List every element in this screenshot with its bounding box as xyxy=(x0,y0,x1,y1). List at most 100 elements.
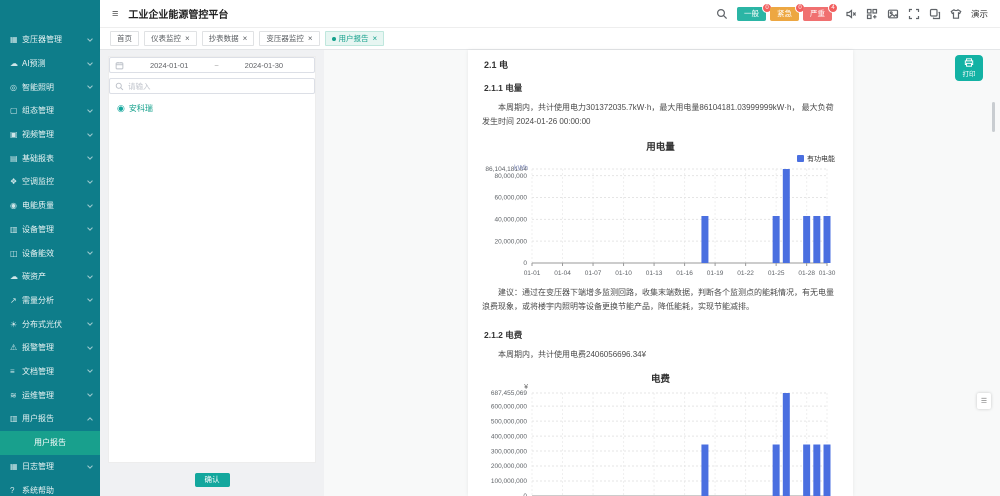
chart-plot: 86,104,181.0480,000,00060,000,00040,000,… xyxy=(482,165,839,279)
report-page: 2.1 电 2.1.1 电量 本周期内，共计使用电力301372035.7kW·… xyxy=(468,50,853,496)
tab-close-icon[interactable]: × xyxy=(243,34,248,43)
date-start-value[interactable]: 2024-01-01 xyxy=(124,61,214,70)
sidebar-item-device-mgmt[interactable]: ▥设备管理 xyxy=(0,218,100,242)
fullscreen-icon[interactable] xyxy=(908,8,920,20)
print-button[interactable]: 打印 xyxy=(955,55,983,81)
tab-home[interactable]: 首页 xyxy=(110,31,139,46)
sidebar-item-distributed-pv[interactable]: ☀分布式光伏 xyxy=(0,312,100,336)
sidebar-item-power-quality[interactable]: ◉电能质量 xyxy=(0,194,100,218)
legend-swatch xyxy=(797,155,804,162)
tab-label: 变压器监控 xyxy=(266,33,304,44)
alarm-count-badge: 4 xyxy=(828,3,838,13)
menu-toggle-icon[interactable]: ≡ xyxy=(112,8,118,20)
power-quality-icon: ◉ xyxy=(10,201,22,210)
chart-plot: 687,455,069600,000,000500,000,000400,000… xyxy=(482,389,839,496)
report-scrollbar[interactable] xyxy=(992,102,995,132)
bar-01-25[interactable] xyxy=(773,444,780,495)
svg-text:01-16: 01-16 xyxy=(676,270,693,277)
sidebar-item-system-help[interactable]: ?系统帮助 xyxy=(0,478,100,496)
search-icon[interactable] xyxy=(716,8,728,20)
app-title: 工业企业能源管控平台 xyxy=(128,6,228,21)
org-node-icon: ◉ xyxy=(117,104,125,113)
energy-summary-text: 本周期内，共计使用电力301372035.7kW·h，最大用电量86104181… xyxy=(482,101,839,130)
print-button-label: 打印 xyxy=(963,68,976,78)
sidebar-item-alarm-mgmt[interactable]: ⚠报警管理 xyxy=(0,336,100,360)
bar-01-28[interactable] xyxy=(803,216,810,263)
sidebar-item-operation-mgmt[interactable]: ≋运维管理 xyxy=(0,383,100,407)
bar-01-26[interactable] xyxy=(783,169,790,263)
bar-01-29[interactable] xyxy=(813,216,820,263)
svg-text:500,000,000: 500,000,000 xyxy=(491,418,528,425)
floating-widget[interactable]: ☰ xyxy=(977,393,991,409)
bar-01-25[interactable] xyxy=(773,216,780,263)
video-icon: ▣ xyxy=(10,130,22,139)
tab-meter-reading-data[interactable]: 抄表数据× xyxy=(202,31,255,46)
confirm-button[interactable]: 确认 xyxy=(195,473,230,487)
sidebar-item-demand-analysis[interactable]: ↗需量分析 xyxy=(0,289,100,313)
svg-text:60,000,000: 60,000,000 xyxy=(494,194,527,201)
urgent-alarm-button[interactable]: 紧急0 xyxy=(770,7,799,21)
ac-monitor-icon: ❖ xyxy=(10,177,22,186)
sidebar-item-user-report[interactable]: ▥用户报告 xyxy=(0,407,100,431)
tree-node-acrel[interactable]: ◉安科瑞 xyxy=(117,103,315,114)
tab-close-icon[interactable]: × xyxy=(185,34,190,43)
bar-01-28[interactable] xyxy=(803,444,810,495)
date-end-value[interactable]: 2024-01-30 xyxy=(219,61,309,70)
smart-lighting-icon: ◎ xyxy=(10,83,22,92)
tab-close-icon[interactable]: × xyxy=(308,34,313,43)
bar-01-30[interactable] xyxy=(824,444,831,495)
tab-meter-monitoring[interactable]: 仪表监控× xyxy=(144,31,197,46)
sidebar-item-smart-lighting[interactable]: ◎智能照明 xyxy=(0,75,100,99)
bar-01-29[interactable] xyxy=(813,444,820,495)
alarm-mgmt-icon: ⚠ xyxy=(10,343,22,352)
mute-icon[interactable] xyxy=(845,8,857,20)
theme-icon[interactable] xyxy=(950,8,962,20)
sidebar-item-label: 设备能效 xyxy=(22,248,88,259)
bar-01-18[interactable] xyxy=(701,444,708,495)
main-area: ≡ 工业企业能源管控平台 一般0 紧急0 严重4 xyxy=(100,0,1000,496)
operation-mgmt-icon: ≋ xyxy=(10,391,22,400)
chevron-up-icon xyxy=(87,417,93,423)
suggestion-text: 建议：通过在变压器下端增多监测回路，收集末端数据，判断各个监测点的能耗情况，有无… xyxy=(482,286,839,315)
sidebar-item-label: 设备管理 xyxy=(22,224,88,235)
tab-user-report[interactable]: 用户报告 × xyxy=(325,31,385,46)
image-icon[interactable] xyxy=(887,8,899,20)
sidebar-item-device-efficiency[interactable]: ◫设备能效 xyxy=(0,241,100,265)
date-range-picker[interactable]: 2024-01-01 ~ 2024-01-30 xyxy=(109,57,315,73)
org-tree: ◉安科瑞 xyxy=(109,94,315,114)
filter-panel-card: 2024-01-01 ~ 2024-01-30 ◉安科瑞 xyxy=(108,56,316,463)
bar-01-18[interactable] xyxy=(701,216,708,263)
tree-search-input[interactable] xyxy=(128,82,309,91)
bar-01-30[interactable] xyxy=(824,216,831,263)
sidebar-subitem-user-report-sub[interactable]: 用户报告 xyxy=(0,431,100,455)
sidebar-item-log-mgmt[interactable]: ▦日志管理 xyxy=(0,455,100,479)
legend-label: 有功电能 xyxy=(807,154,835,164)
severe-alarm-button[interactable]: 严重4 xyxy=(803,7,832,21)
screenshot-icon[interactable] xyxy=(929,8,941,20)
tab-close-icon[interactable]: × xyxy=(373,34,378,43)
sidebar-item-basic-reports[interactable]: ▤基础报表 xyxy=(0,146,100,170)
y-axis-unit: kWh xyxy=(482,165,528,172)
sidebar-item-ac-monitoring[interactable]: ❖空调监控 xyxy=(0,170,100,194)
sidebar-item-carbon-assets[interactable]: ☁碳资产 xyxy=(0,265,100,289)
sidebar-item-document-mgmt[interactable]: ≡文档管理 xyxy=(0,360,100,384)
sidebar-item-ai-forecast[interactable]: ☁AI预测 xyxy=(0,52,100,76)
chevron-down-icon xyxy=(87,226,93,232)
demo-mode-label[interactable]: 演示 xyxy=(971,8,988,20)
report-section-title: 2.1 电 xyxy=(484,58,839,71)
device-efficiency-icon: ◫ xyxy=(10,249,22,258)
qr-code-icon[interactable] xyxy=(866,8,878,20)
calendar-icon xyxy=(115,61,124,70)
sidebar-item-label: 电能质量 xyxy=(22,200,88,211)
general-alarm-button[interactable]: 一般0 xyxy=(737,7,766,21)
sidebar-item-configuration-mgmt[interactable]: ▢组态管理 xyxy=(0,99,100,123)
legend-active-energy[interactable]: 有功电能 xyxy=(797,154,835,164)
svg-text:01-22: 01-22 xyxy=(737,270,754,277)
svg-text:100,000,000: 100,000,000 xyxy=(491,478,528,485)
tab-transformer-monitoring[interactable]: 变压器监控 × xyxy=(259,31,319,46)
tab-label: 用户报告 xyxy=(339,33,369,44)
svg-text:01-25: 01-25 xyxy=(768,270,785,277)
bar-01-26[interactable] xyxy=(783,393,790,496)
sidebar-item-video-mgmt[interactable]: ▣视频管理 xyxy=(0,123,100,147)
sidebar-item-transformer-mgmt[interactable]: ▦变压器管理 xyxy=(0,28,100,52)
